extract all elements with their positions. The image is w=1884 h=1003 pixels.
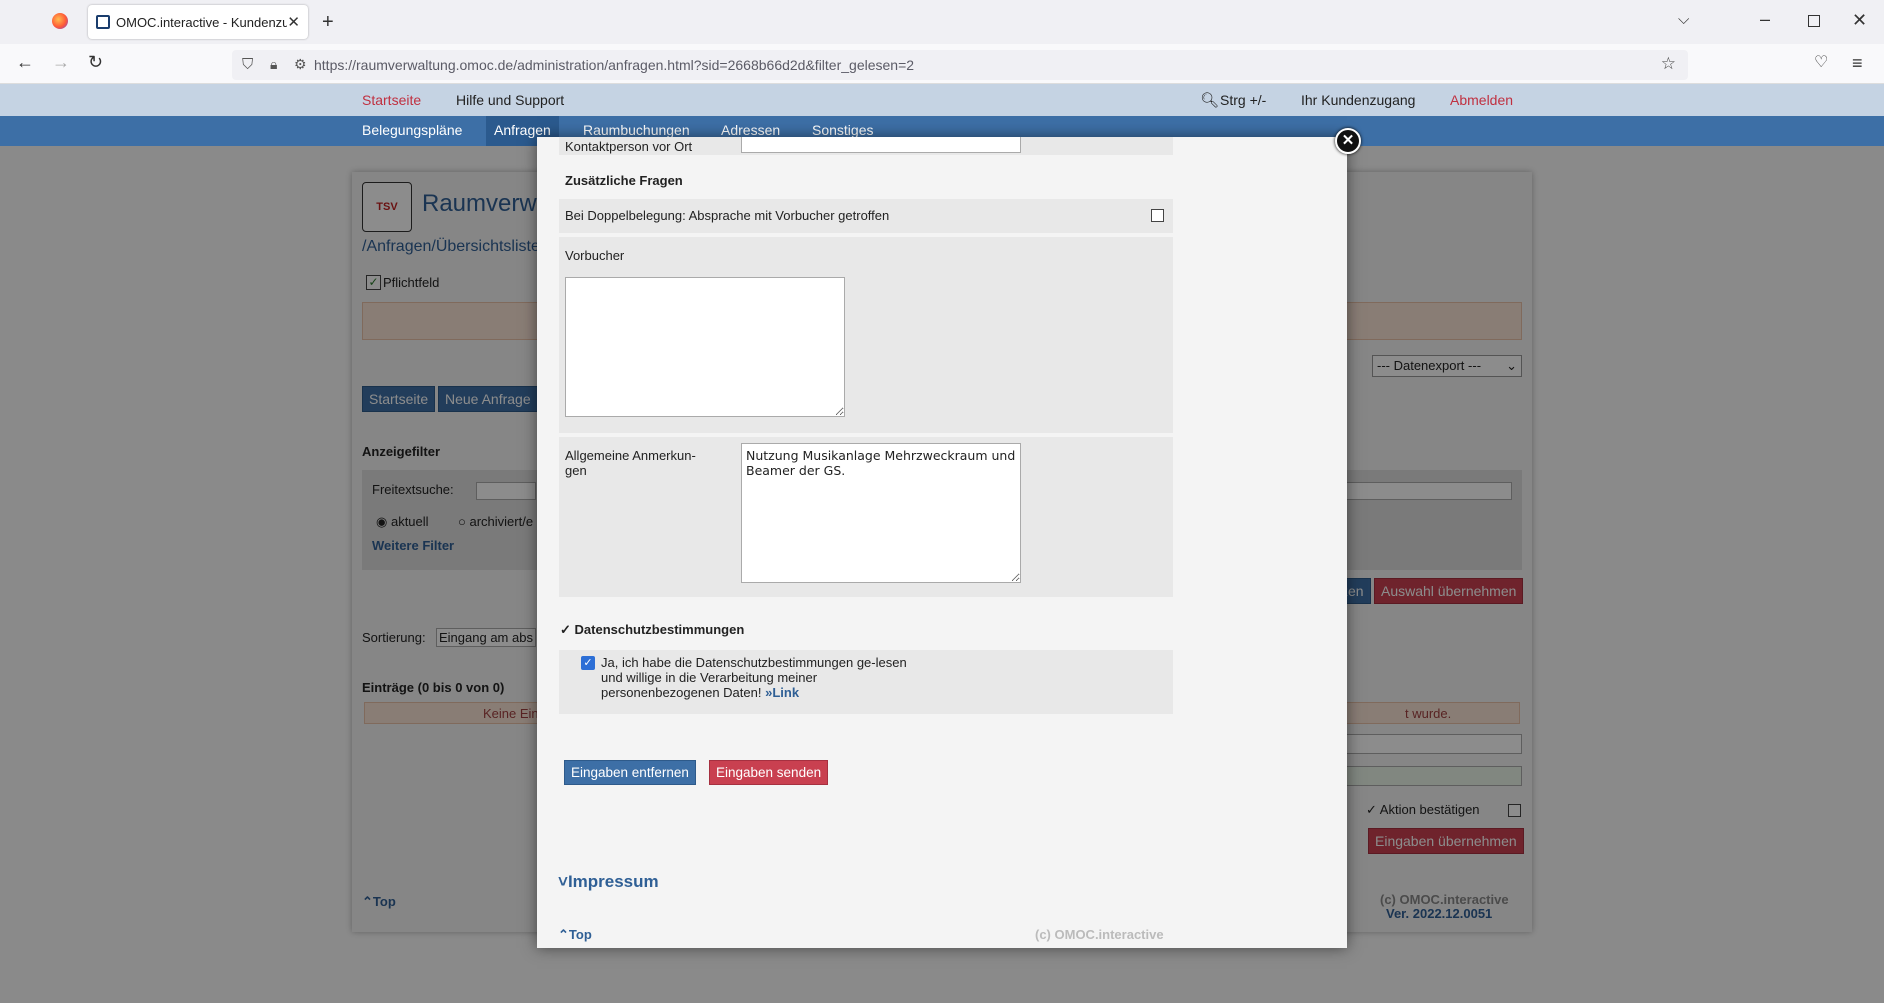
app-title: Raumverwa [422, 190, 551, 217]
freetext-label: Freitextsuche: [372, 482, 454, 497]
no-entries-text-right: t wurde. [1405, 706, 1452, 721]
freetext-input-right[interactable] [1322, 482, 1512, 500]
minimize-icon[interactable]: – [1760, 10, 1770, 28]
firefox-icon [52, 13, 68, 29]
permissions-icon[interactable]: ⚙ [294, 56, 307, 73]
browser-tab-bar: OMOC.interactive - Kundenzugang ✕ + ⌵ – … [0, 0, 1884, 44]
maximize-icon[interactable] [1808, 15, 1820, 27]
browser-tab-active[interactable]: OMOC.interactive - Kundenzugang ✕ [88, 5, 308, 39]
prev-booker-label: Vorbucher [565, 248, 625, 263]
top-link-modal[interactable]: ⌃Top [558, 927, 592, 943]
zoom-search-icon: 🔍︎ [1200, 92, 1220, 109]
privacy-text: Ja, ich habe die Datenschutzbestimmungen… [601, 655, 907, 700]
send-inputs-button[interactable]: Eingaben senden [709, 760, 829, 785]
prev-booker-textarea[interactable] [565, 277, 845, 417]
confirm-action-label: ✓ Aktion bestätigen [1366, 802, 1480, 817]
tab-list-chevron-icon[interactable]: ⌵ [1678, 12, 1689, 27]
extra-questions-title: Zusätzliche Fragen [565, 173, 683, 188]
site-top-nav: Startseite Hilfe und Support 🔍︎ Strg +/-… [0, 84, 1884, 116]
contact-label: Kontaktperson vor Ort [565, 139, 693, 154]
url-bar[interactable]: ⛉ 🔒︎ ⚙ https://raumverwaltung.omoc.de/ad… [232, 50, 1688, 80]
nav-item-sonstiges[interactable]: Sonstiges [812, 122, 873, 138]
privacy-row: ✓ Ja, ich habe die Datenschutzbestimmung… [559, 650, 1173, 714]
top-nav-logout-link[interactable]: Abmelden [1450, 92, 1513, 108]
double-booking-row: Bei Doppelbelegung: Absprache mit Vorbuc… [559, 199, 1173, 233]
contact-input[interactable] [741, 137, 1021, 153]
nav-item-raumbuchungen[interactable]: Raumbuchungen [583, 122, 690, 138]
radio-archived[interactable]: ○ archiviert/e [458, 514, 533, 529]
privacy-title[interactable]: ✓ Datenschutzbestimmungen [560, 622, 744, 638]
apply-selection-button[interactable]: Auswahl übernehmen [1374, 578, 1524, 604]
apply-input-button[interactable]: Eingaben übernehmen [1368, 828, 1524, 854]
prev-booker-row: Vorbucher [559, 237, 1173, 433]
radio-archived-label: archiviert/e [469, 514, 534, 529]
sort-select[interactable]: Eingang am abs [436, 628, 536, 647]
copyright-bg: (c) OMOC.interactive [1380, 892, 1509, 907]
chevron-down-icon: ⌄ [1506, 358, 1517, 373]
impressum-link[interactable]: ˅Impressum [558, 872, 659, 892]
confirm-action-text: Aktion bestätigen [1379, 802, 1480, 817]
tab-title: OMOC.interactive - Kundenzugang [116, 14, 288, 30]
request-form-modal: Kontaktperson vor Ort Zusätzliche Fragen… [537, 137, 1347, 948]
confirm-action-checkbox[interactable] [1508, 804, 1521, 817]
forward-icon[interactable]: → [52, 53, 70, 71]
breadcrumb[interactable]: /Anfragen/Übersichtsliste [362, 238, 540, 256]
double-booking-label: Bei Doppelbelegung: Absprache mit Vorbuc… [565, 208, 890, 223]
privacy-text-block: Ja, ich habe die Datenschutzbestimmungen… [601, 655, 911, 700]
general-notes-label: Allgemeine Anmerkun-gen [565, 448, 696, 478]
more-filters-link[interactable]: Weitere Filter [372, 538, 454, 553]
modal-close-icon[interactable]: ✕ [1335, 128, 1361, 154]
zoom-hint: Strg +/- [1220, 92, 1267, 108]
new-request-button[interactable]: Neue Anfrage [438, 386, 538, 412]
close-tab-icon[interactable]: ✕ [287, 15, 300, 30]
nav-item-belegungsplaene[interactable]: Belegungspläne [362, 122, 462, 138]
privacy-title-text: Datenschutzbestimmungen [574, 622, 745, 637]
export-select[interactable]: --- Datenexport --- ⌄ [1372, 355, 1522, 377]
window-close-icon[interactable]: ✕ [1852, 11, 1867, 29]
contact-row: Kontaktperson vor Ort [559, 137, 1173, 155]
export-select-value: --- Datenexport --- [1377, 358, 1482, 373]
impressum-text: Impressum [567, 872, 659, 891]
top-link-modal-text: Top [568, 927, 592, 942]
copyright-modal: (c) OMOC.interactive [1035, 927, 1164, 942]
privacy-checkbox[interactable]: ✓ [581, 656, 595, 670]
entries-count: Einträge (0 bis 0 von 0) [362, 680, 505, 695]
required-label: Pflichtfeld [383, 275, 440, 290]
sort-label: Sortierung: [362, 630, 426, 645]
required-check-icon: ✓ [366, 275, 381, 290]
nav-item-adressen[interactable]: Adressen [721, 122, 780, 138]
no-entries-text-left: Keine Ein [483, 706, 539, 721]
lock-icon[interactable]: 🔒︎ [270, 56, 277, 73]
site-favicon-icon [96, 15, 110, 29]
version-text: Ver. 2022.12.0051 [1386, 906, 1493, 921]
radio-current[interactable]: ◉ aktuell [376, 514, 429, 530]
bookmark-star-icon[interactable]: ☆ [1661, 54, 1676, 74]
privacy-link-text: Link [772, 685, 800, 700]
menu-icon[interactable]: ≡ [1852, 54, 1863, 72]
new-tab-icon[interactable]: + [322, 12, 334, 32]
general-notes-row: Allgemeine Anmerkun-gen Nutzung Musikanl… [559, 437, 1173, 597]
club-logo: TSV [362, 182, 412, 232]
shield-icon[interactable]: ⛉ [242, 56, 253, 73]
general-notes-textarea[interactable]: Nutzung Musikanlage Mehrzweckraum und Be… [741, 443, 1021, 583]
top-link-bg-text: Top [372, 894, 396, 909]
filter-title: Anzeigefilter [362, 444, 441, 459]
freetext-input[interactable] [476, 482, 536, 500]
clear-inputs-button[interactable]: Eingaben entfernen [564, 760, 696, 785]
double-booking-checkbox[interactable] [1151, 209, 1164, 222]
top-nav-help-link[interactable]: Hilfe und Support [456, 92, 564, 108]
top-nav-account-link[interactable]: Ihr Kundenzugang [1301, 92, 1415, 108]
url-text[interactable]: https://raumverwaltung.omoc.de/administr… [314, 57, 914, 73]
reload-icon[interactable]: ↻ [88, 53, 103, 71]
top-link-bg[interactable]: ⌃Top [362, 894, 396, 910]
home-button[interactable]: Startseite [362, 386, 436, 412]
radio-current-label: aktuell [390, 514, 429, 529]
back-icon[interactable]: ← [16, 53, 34, 71]
top-nav-home-link[interactable]: Startseite [362, 92, 421, 108]
pocket-icon[interactable]: ♡ [1814, 55, 1828, 71]
privacy-link[interactable]: »Link [765, 685, 799, 700]
